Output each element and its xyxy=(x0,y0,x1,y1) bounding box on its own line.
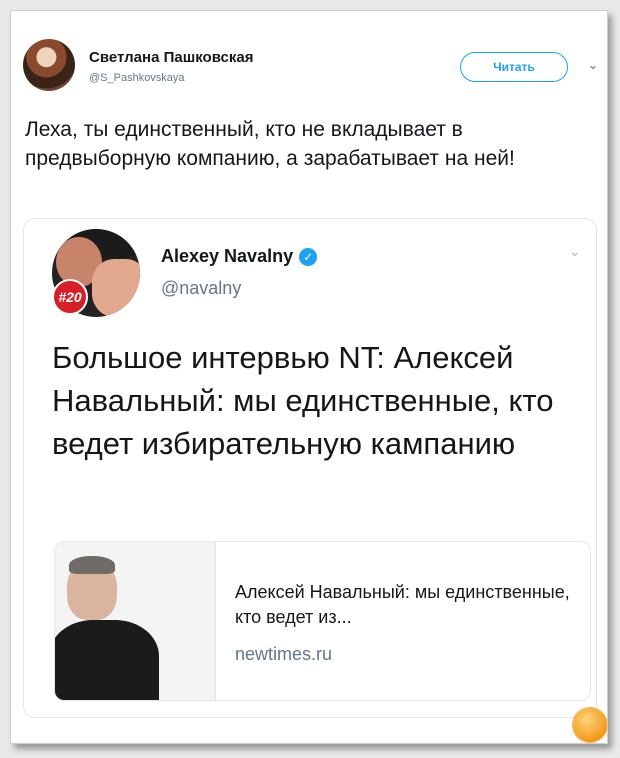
link-card-domain: newtimes.ru xyxy=(235,644,333,664)
follow-button[interactable]: Читать xyxy=(460,52,568,82)
quoted-author-name-row[interactable]: Alexey Navalny ✓ xyxy=(161,246,318,267)
chevron-down-icon[interactable]: ⌄ xyxy=(569,243,581,260)
quoted-author-handle[interactable]: @navalny xyxy=(161,278,241,299)
quoted-tweet-text: Большое интервью NT: Алексей Навальный: … xyxy=(52,340,554,461)
quoted-tweet[interactable]: #20 Alexey Navalny ✓ @navalny ⌄ Большое … xyxy=(23,218,597,718)
author-avatar[interactable] xyxy=(23,39,75,91)
watermark-logo xyxy=(573,708,607,742)
chevron-down-icon[interactable]: ⌄ xyxy=(585,57,601,73)
screenshot-frame: Светлана Пашковская @S_Pashkovskaya Чита… xyxy=(10,10,608,744)
tweet-header: Светлана Пашковская @S_Pashkovskaya Чита… xyxy=(23,39,598,99)
verified-check-icon: ✓ xyxy=(299,247,318,266)
quoted-author-name[interactable]: Alexey Navalny xyxy=(161,246,293,267)
tweet-text: Леха, ты единственный, кто не вкладывает… xyxy=(25,118,515,170)
author-handle[interactable]: @S_Pashkovskaya xyxy=(89,72,185,84)
link-card-title: Алексей Навальный: мы единственные, кто … xyxy=(235,582,570,627)
link-card[interactable]: Алексей Навальный: мы единственные, кто … xyxy=(54,541,591,701)
author-name[interactable]: Светлана Пашковская xyxy=(89,49,253,66)
avatar-badge: #20 xyxy=(52,279,88,315)
link-card-image xyxy=(55,542,216,700)
